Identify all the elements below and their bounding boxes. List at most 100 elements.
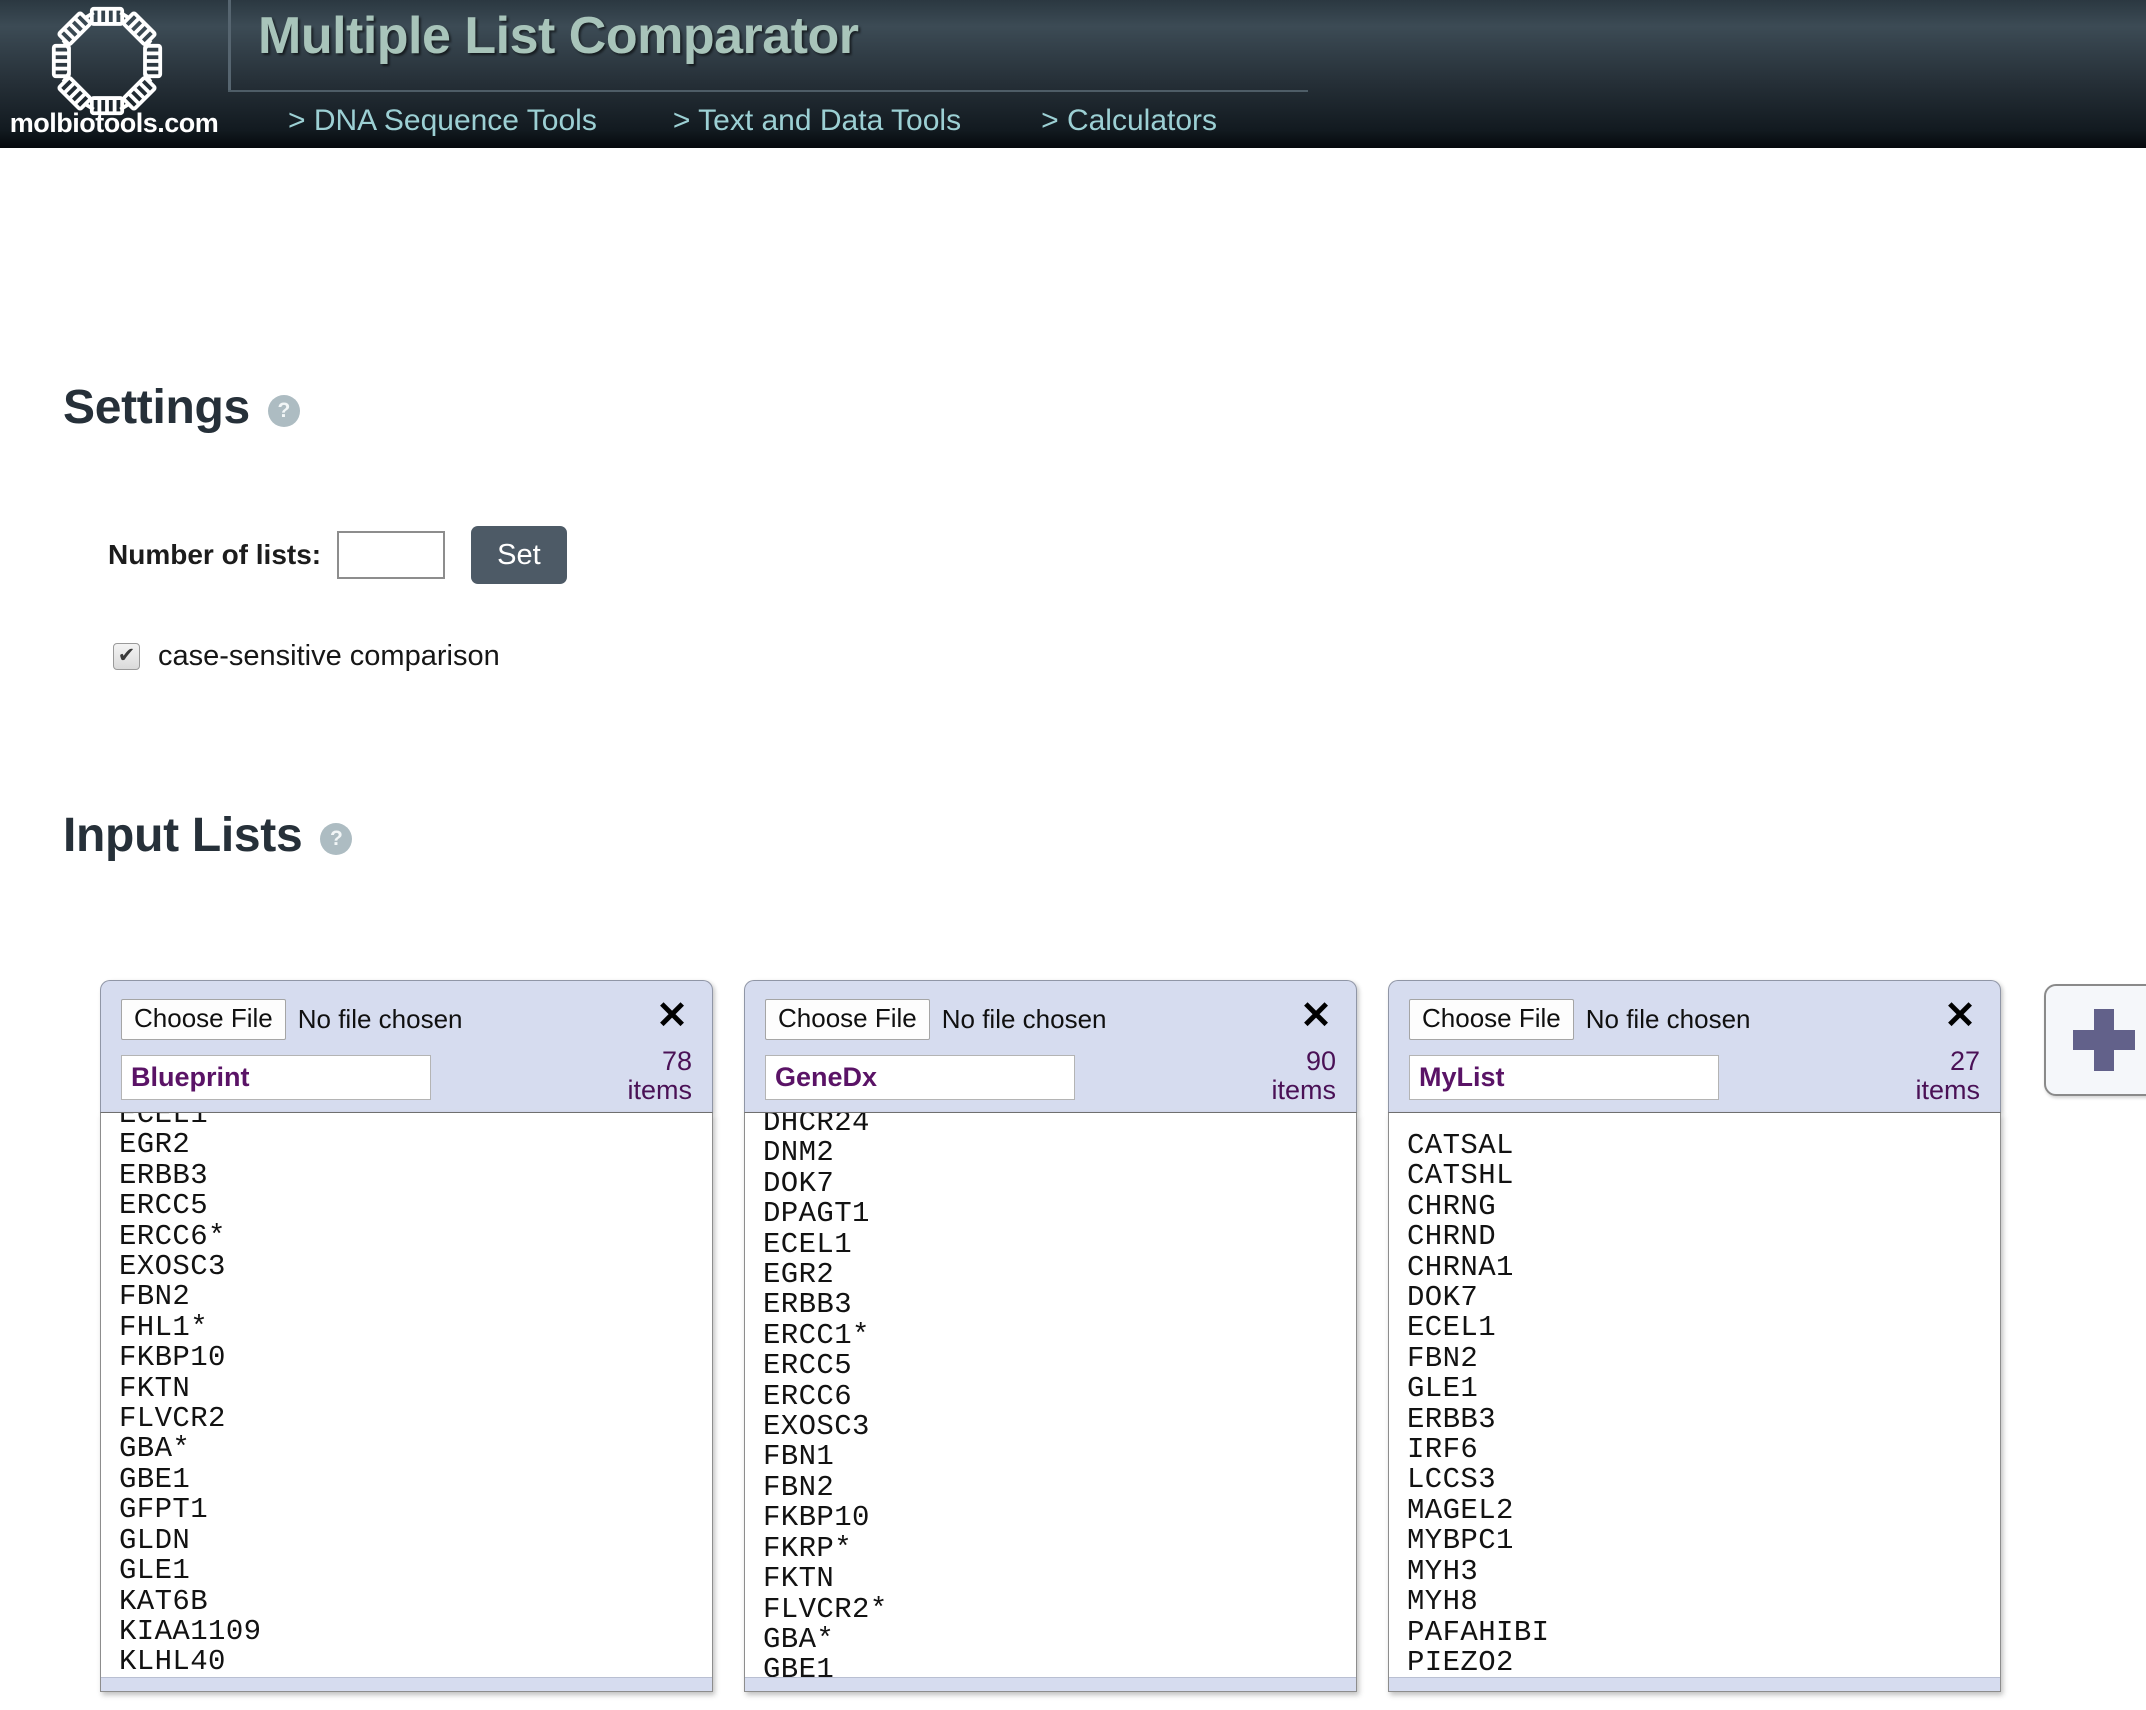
gene-list: CATSALCATSHLCHRNGCHRNDCHRNA1DOK7ECEL1FBN…	[1389, 1131, 2000, 1692]
item-count: 27 items	[1870, 1047, 1980, 1105]
item-count: 78 items	[582, 1047, 692, 1105]
panel-bottom-strip	[101, 1677, 712, 1691]
file-upload-row: Choose File No file chosen	[765, 999, 1107, 1040]
gene-list-item: GBA*	[763, 1625, 1356, 1655]
case-sensitive-checkbox[interactable]: ✔	[113, 643, 140, 670]
item-count-unit: items	[1870, 1076, 1980, 1105]
no-file-chosen-label: No file chosen	[942, 1004, 1107, 1035]
add-list-button[interactable]	[2044, 984, 2146, 1096]
number-of-lists-label: Number of lists:	[108, 539, 321, 571]
gene-list-item: ERCC6*	[119, 1222, 712, 1252]
gene-list-item: ERBB3	[119, 1161, 712, 1191]
gene-list-item: GLE1	[119, 1556, 712, 1586]
header-divider	[228, 0, 231, 92]
gene-list-item: ECEL1	[763, 1230, 1356, 1260]
close-icon[interactable]: ✕	[1944, 997, 1976, 1035]
plus-icon	[2073, 1009, 2135, 1071]
gene-list-item: GBE1	[119, 1465, 712, 1495]
gene-list-item: FKTN	[119, 1374, 712, 1404]
gene-list-item: FBN2	[763, 1473, 1356, 1503]
page-body: Settings ? Number of lists: Set ✔ case-s…	[0, 148, 2146, 1710]
list-textarea[interactable]: CATSALCATSHLCHRNGCHRNDCHRNA1DOK7ECEL1FBN…	[1388, 1112, 2001, 1692]
gene-list-item: KAT6B	[119, 1587, 712, 1617]
gene-list-item: KIAA1109	[119, 1617, 712, 1647]
gene-list-item: FBN1	[763, 1442, 1356, 1472]
help-icon-input-lists[interactable]: ?	[320, 823, 352, 855]
gene-list-item: ERCC6	[763, 1382, 1356, 1412]
nav-item-text-and-data-tools[interactable]: > Text and Data Tools	[673, 104, 961, 138]
gene-list-item: FKBP10	[119, 1343, 712, 1373]
file-upload-row: Choose File No file chosen	[121, 999, 463, 1040]
list-name-input[interactable]	[121, 1055, 431, 1100]
gene-list-item: GLE1	[1407, 1374, 2000, 1404]
list-panel: Choose File No file chosen ✕ 90 items DH…	[744, 980, 1357, 1692]
panel-bottom-strip	[1389, 1677, 2000, 1691]
gene-list-item: CATSAL	[1407, 1131, 2000, 1161]
gene-list: ECEL1EGR2ERBB3ERCC5ERCC6*EXOSC3FBN2FHL1*…	[101, 1112, 712, 1692]
gene-list-item: MYBPC1	[1407, 1526, 2000, 1556]
gene-list-item: EXOSC3	[119, 1252, 712, 1282]
gene-list-item: KLHL40	[119, 1647, 712, 1677]
gene-list-item: GLDN	[119, 1526, 712, 1556]
gene-list-item: FLVCR2	[119, 1404, 712, 1434]
item-count-number: 90	[1226, 1047, 1336, 1076]
nav-item-dna-sequence-tools[interactable]: > DNA Sequence Tools	[288, 104, 597, 138]
gene-list-item: DOK7	[1407, 1283, 2000, 1313]
list-textarea[interactable]: DHCR24DNM2DOK7DPAGT1ECEL1EGR2ERBB3ERCC1*…	[744, 1112, 1357, 1692]
gene-list-item: IRF6	[1407, 1435, 2000, 1465]
gene-list-item: ECEL1	[119, 1112, 712, 1130]
no-file-chosen-label: No file chosen	[1586, 1004, 1751, 1035]
list-textarea[interactable]: ECEL1EGR2ERBB3ERCC5ERCC6*EXOSC3FBN2FHL1*…	[100, 1112, 713, 1692]
list-name-input[interactable]	[1409, 1055, 1719, 1100]
page-title: Multiple List Comparator	[258, 6, 858, 66]
item-count-unit: items	[1226, 1076, 1336, 1105]
site-header: molbiotools.com Multiple List Comparator…	[0, 0, 2146, 148]
list-panel: Choose File No file chosen ✕ 27 items CA…	[1388, 980, 2001, 1692]
checkmark-icon: ✔	[118, 645, 136, 666]
list-name-input[interactable]	[765, 1055, 1075, 1100]
case-sensitive-label: case-sensitive comparison	[158, 640, 500, 673]
item-count-unit: items	[582, 1076, 692, 1105]
number-of-lists-input[interactable]	[337, 531, 445, 579]
panel-bottom-strip	[745, 1677, 1356, 1691]
set-button[interactable]: Set	[471, 526, 567, 584]
gene-list-item: ERCC5	[763, 1351, 1356, 1381]
gene-list-item: ERCC1*	[763, 1321, 1356, 1351]
no-file-chosen-label: No file chosen	[298, 1004, 463, 1035]
gene-list-item: GBA*	[119, 1434, 712, 1464]
help-icon-settings[interactable]: ?	[268, 395, 300, 427]
gene-list-item: CHRNG	[1407, 1192, 2000, 1222]
gene-list-item: FHL1*	[119, 1313, 712, 1343]
list-panel-header: Choose File No file chosen ✕ 78 items	[100, 980, 713, 1112]
file-upload-row: Choose File No file chosen	[1409, 999, 1751, 1040]
choose-file-button[interactable]: Choose File	[121, 999, 286, 1040]
list-panel-header: Choose File No file chosen ✕ 90 items	[744, 980, 1357, 1112]
item-count-number: 27	[1870, 1047, 1980, 1076]
settings-section-heading: Settings ?	[63, 380, 300, 435]
gene-list: DHCR24DNM2DOK7DPAGT1ECEL1EGR2ERBB3ERCC1*…	[745, 1112, 1356, 1692]
case-sensitive-row: ✔ case-sensitive comparison	[113, 640, 500, 673]
main-navigation: > DNA Sequence Tools > Text and Data Too…	[228, 95, 1217, 147]
item-count: 90 items	[1226, 1047, 1336, 1105]
gene-list-item: ERCC5	[119, 1191, 712, 1221]
gene-list-item: FBN2	[119, 1282, 712, 1312]
choose-file-button[interactable]: Choose File	[765, 999, 930, 1040]
gene-list-item: FLVCR2*	[763, 1595, 1356, 1625]
gene-list-item: CHRNA1	[1407, 1253, 2000, 1283]
nav-item-calculators[interactable]: > Calculators	[1041, 104, 1217, 138]
close-icon[interactable]: ✕	[1300, 997, 1332, 1035]
input-lists-heading-text: Input Lists	[63, 808, 302, 863]
gene-list-item: ERBB3	[1407, 1405, 2000, 1435]
settings-heading-text: Settings	[63, 380, 250, 435]
choose-file-button[interactable]: Choose File	[1409, 999, 1574, 1040]
number-of-lists-row: Number of lists: Set	[108, 526, 567, 584]
gene-list-item: MAGEL2	[1407, 1496, 2000, 1526]
gene-list-item: EXOSC3	[763, 1412, 1356, 1442]
list-panel: Choose File No file chosen ✕ 78 items EC…	[100, 980, 713, 1692]
gene-list-item: DPAGT1	[763, 1199, 1356, 1229]
gene-list-item: ECEL1	[1407, 1313, 2000, 1343]
close-icon[interactable]: ✕	[656, 997, 688, 1035]
gene-list-item: DHCR24	[763, 1112, 1356, 1138]
title-underline	[228, 90, 1308, 92]
logo-block[interactable]: molbiotools.com	[0, 0, 228, 148]
